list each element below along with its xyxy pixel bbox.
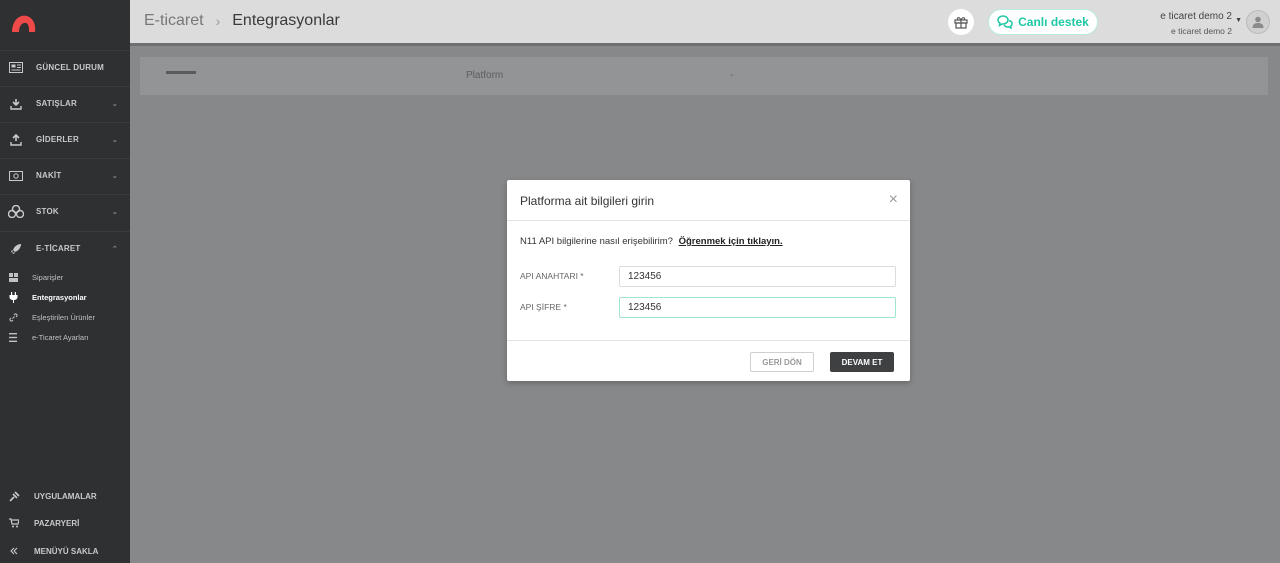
- help-line: N11 API bilgilerine nasıl erişebilirim? …: [520, 236, 783, 247]
- stock-icon: [8, 205, 24, 219]
- sidebar-item-pazaryeri[interactable]: PAZARYERİ: [0, 509, 130, 537]
- breadcrumb-parent[interactable]: E-ticaret: [144, 12, 204, 30]
- platform-column: Platform: [466, 70, 504, 81]
- sales-icon: [8, 97, 24, 111]
- sidebar-subitem-eticaret-ayarlari[interactable]: e-Ticaret Ayarları: [0, 327, 130, 347]
- modal-title: Platforma ait bilgileri girin: [520, 194, 655, 208]
- avatar[interactable]: [1246, 10, 1270, 34]
- breadcrumb-separator: ›: [215, 13, 221, 29]
- sidebar-item-guncel-durum[interactable]: GÜNCEL DURUM: [0, 50, 130, 84]
- sidebar-item-stok[interactable]: STOK ⌄: [0, 194, 130, 228]
- sidebar-item-label: NAKİT: [36, 171, 62, 180]
- gift-icon: [954, 17, 968, 29]
- live-support-button[interactable]: Canlı destek: [988, 9, 1098, 35]
- page-title: Entegrasyonlar: [232, 12, 340, 29]
- sidebar-item-giderler[interactable]: GİDERLER ⌄: [0, 122, 130, 156]
- sidebar-subitem-label: Siparişler: [32, 272, 64, 282]
- dashboard-icon: [8, 61, 24, 75]
- sidebar-item-label: GÜNCEL DURUM: [36, 63, 105, 72]
- sidebar: GÜNCEL DURUM SATIŞLAR ⌄ GİDERLER ⌄ NAKİT…: [0, 0, 130, 563]
- sidebar-item-menuyu-sakla[interactable]: MENÜYÜ SAKLA: [0, 537, 130, 563]
- close-icon[interactable]: ×: [889, 192, 898, 208]
- rocket-icon: [8, 242, 24, 256]
- breadcrumb: E-ticaret › Entegrasyonlar: [144, 12, 340, 30]
- chevron-down-icon: ⌄: [111, 208, 118, 216]
- cash-icon: [8, 169, 24, 183]
- sidebar-subitem-siparisler[interactable]: Siparişler: [0, 267, 130, 287]
- sidebar-subitem-label: e-Ticaret Ayarları: [32, 332, 89, 342]
- orders-icon: [8, 272, 18, 282]
- user-name: e ticaret demo 2: [1160, 11, 1232, 22]
- modal-header: Platforma ait bilgileri girin ×: [507, 180, 910, 221]
- apps-icon: [8, 490, 20, 502]
- sidebar-item-label: E-TİCARET: [36, 244, 81, 253]
- plug-icon: [8, 291, 18, 303]
- user-icon: [1252, 16, 1264, 28]
- caret-down-icon[interactable]: ▼: [1235, 17, 1242, 24]
- continue-button[interactable]: DEVAM ET: [830, 352, 894, 372]
- status-column: -: [730, 70, 734, 81]
- api-key-input[interactable]: [619, 266, 896, 287]
- settings-list-icon: [8, 332, 18, 342]
- sidebar-subitem-label: Eşleştirilen Ürünler: [32, 312, 95, 322]
- cart-icon: [8, 517, 20, 529]
- logo-area: [0, 0, 130, 46]
- sidebar-item-e-ticaret[interactable]: E-TİCARET ⌃: [0, 231, 130, 265]
- chevron-down-icon: ⌄: [111, 100, 118, 108]
- sidebar-item-label: UYGULAMALAR: [34, 491, 97, 501]
- api-password-input[interactable]: [619, 297, 896, 318]
- logo-icon[interactable]: [10, 12, 38, 34]
- back-button[interactable]: GERİ DÖN: [750, 352, 814, 372]
- gift-button[interactable]: [948, 9, 974, 35]
- chevron-down-icon: ⌄: [111, 136, 118, 144]
- sidebar-item-satislar[interactable]: SATIŞLAR ⌄: [0, 86, 130, 120]
- integrations-table-row: Platform -: [140, 57, 1268, 95]
- sidebar-item-label: PAZARYERİ: [34, 518, 80, 528]
- link-icon: [8, 312, 18, 322]
- help-text: N11 API bilgilerine nasıl erişebilirim?: [520, 236, 673, 247]
- collapse-icon: [8, 545, 20, 557]
- sidebar-subitem-eslestirilen-urunler[interactable]: Eşleştirilen Ürünler: [0, 307, 130, 327]
- sidebar-item-label: MENÜYÜ SAKLA: [34, 546, 99, 556]
- sidebar-item-label: SATIŞLAR: [36, 99, 78, 108]
- modal-footer: GERİ DÖN DEVAM ET: [507, 340, 910, 381]
- user-company: e ticaret demo 2: [1171, 26, 1232, 36]
- sidebar-item-label: STOK: [36, 207, 59, 216]
- learn-more-link[interactable]: Öğrenmek için tıklayın.: [679, 236, 783, 247]
- sidebar-item-nakit[interactable]: NAKİT ⌄: [0, 158, 130, 192]
- live-support-label: Canlı destek: [1018, 15, 1089, 29]
- api-password-label: API ŞİFRE *: [520, 302, 567, 312]
- sidebar-subitem-entegrasyonlar[interactable]: Entegrasyonlar: [0, 287, 130, 307]
- sidebar-item-label: GİDERLER: [36, 135, 79, 144]
- user-menu[interactable]: e ticaret demo 2 e ticaret demo 2: [1160, 10, 1232, 38]
- chat-bubbles-icon: [997, 15, 1013, 29]
- sidebar-item-uygulamalar[interactable]: UYGULAMALAR: [0, 482, 130, 510]
- top-header: E-ticaret › Entegrasyonlar Canlı destek …: [130, 0, 1280, 46]
- expenses-icon: [8, 133, 24, 147]
- platform-credentials-modal: Platforma ait bilgileri girin × N11 API …: [507, 180, 910, 381]
- api-key-label: API ANAHTARI *: [520, 271, 584, 281]
- chevron-up-icon: ⌃: [111, 245, 118, 253]
- chevron-down-icon: ⌄: [111, 172, 118, 180]
- sidebar-subitem-label: Entegrasyonlar: [32, 292, 87, 302]
- platform-logo-placeholder: [166, 71, 196, 74]
